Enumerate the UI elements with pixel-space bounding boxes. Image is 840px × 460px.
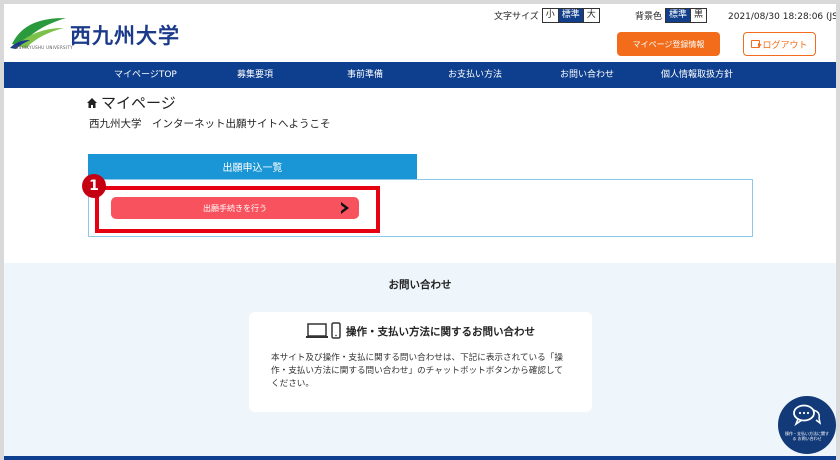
current-datetime: 2021/08/30 18:28:06 (JST) — [728, 12, 836, 22]
bg-color-segment: 標準 黒 — [665, 8, 708, 23]
font-size-control: 文字サイズ 小 標準 大 — [494, 8, 600, 23]
font-size-small[interactable]: 小 — [542, 9, 559, 22]
chatbot-button[interactable]: 操作・支払い方法に関する お問い合わせ — [778, 396, 836, 454]
nav-item-privacy[interactable]: 個人情報取扱方針 — [661, 62, 733, 88]
main-nav: マイページTOP 募集要項 事前準備 お支払い方法 お問い合わせ 個人情報取扱方… — [4, 62, 836, 88]
nav-item-contact[interactable]: お問い合わせ — [560, 62, 614, 88]
bg-color-standard[interactable]: 標準 — [666, 9, 692, 22]
font-size-standard[interactable]: 標準 — [558, 9, 584, 22]
contact-section: お問い合わせ 操作・支払い方法に関するお問い合わせ 本サイト及び操作・支払に関す… — [4, 263, 836, 460]
contact-card-body: 本サイト及び操作・支払に関する問い合わせは、下記に表示されている「操作・支払い方… — [271, 353, 563, 389]
welcome-message: 西九州大学 インターネット出願サイトへようこそ — [89, 118, 331, 130]
footer-bar — [4, 456, 836, 460]
nav-item-mypage-top[interactable]: マイページTOP — [114, 62, 177, 88]
contact-card-header: 操作・支払い方法に関するお問い合わせ — [249, 322, 592, 340]
bg-color-control: 背景色 標準 黒 — [635, 8, 708, 23]
home-icon — [87, 97, 97, 108]
logout-icon — [751, 40, 763, 48]
chat-icon — [793, 404, 821, 427]
logout-button[interactable]: ログアウト — [743, 32, 816, 56]
nav-item-payment[interactable]: お支払い方法 — [448, 62, 502, 88]
nav-item-guidelines[interactable]: 募集要項 — [237, 62, 273, 88]
logout-button-label: ログアウト — [762, 40, 808, 51]
register-button-label: マイページ登録情報 — [632, 39, 705, 49]
page-title: マイページ — [86, 92, 176, 113]
font-size-segment: 小 標準 大 — [541, 8, 600, 23]
chatbot-button-label: 操作・支払い方法に関する お問い合わせ — [785, 431, 829, 441]
bg-color-label: 背景色 — [635, 12, 663, 22]
contact-card: 操作・支払い方法に関するお問い合わせ 本サイト及び操作・支払に関する問い合わせは… — [249, 312, 592, 412]
site-header: NISHIKYUSHU UNIVERSITY 西九州大学 文字サイズ 小 標準 … — [4, 4, 836, 62]
tab-application-list-label: 出願申込一覧 — [222, 163, 283, 174]
bg-color-black[interactable]: 黒 — [691, 9, 707, 22]
font-size-large[interactable]: 大 — [583, 9, 599, 22]
contact-card-title: 操作・支払い方法に関するお問い合わせ — [346, 325, 535, 338]
arrow-right-icon — [341, 202, 349, 214]
page-title-text: マイページ — [101, 94, 176, 112]
start-application-button[interactable]: 出願手続きを行う — [111, 197, 359, 219]
mypage-register-info-button[interactable]: マイページ登録情報 — [617, 32, 720, 56]
logo-subtitle: NISHIKYUSHU UNIVERSITY — [14, 45, 73, 50]
font-size-label: 文字サイズ — [494, 12, 539, 22]
start-application-label: 出願手続きを行う — [203, 203, 267, 213]
university-logo[interactable]: NISHIKYUSHU UNIVERSITY 西九州大学 — [10, 14, 180, 50]
nav-item-preparation[interactable]: 事前準備 — [347, 62, 383, 88]
tab-application-list[interactable]: 出願申込一覧 — [88, 154, 417, 179]
university-name: 西九州大学 — [70, 24, 180, 48]
laptop-smartphone-icon — [306, 322, 341, 339]
app-window: NISHIKYUSHU UNIVERSITY 西九州大学 文字サイズ 小 標準 … — [4, 4, 836, 460]
contact-section-title: お問い合わせ — [388, 279, 452, 291]
step-badge: 1 — [82, 174, 106, 198]
